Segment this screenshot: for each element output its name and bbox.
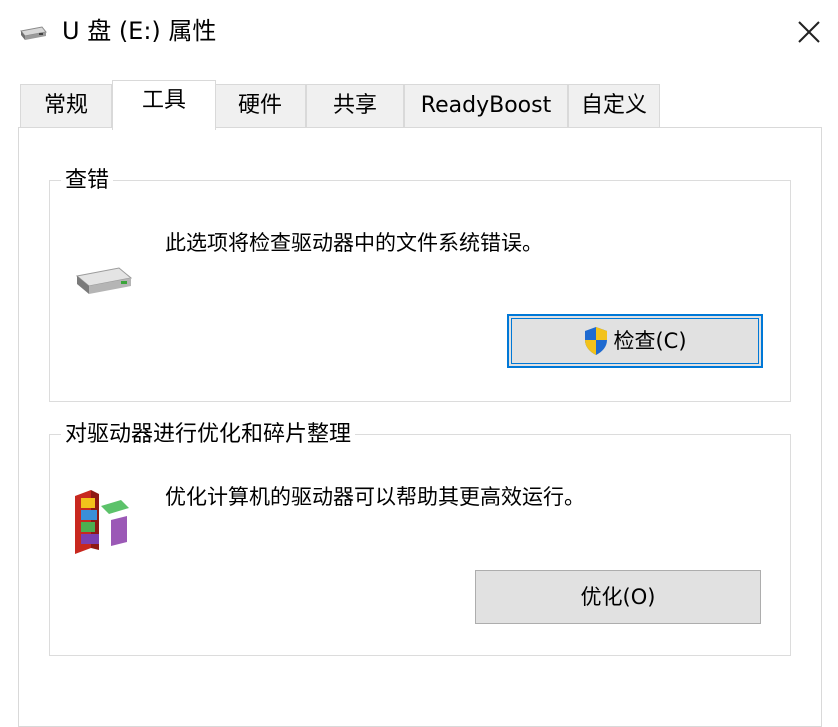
optimize-button-label: 优化(O) (580, 585, 656, 609)
check-button-label: 检查(C) (613, 329, 687, 353)
close-icon (786, 10, 832, 54)
defrag-blocks-icon (71, 486, 135, 554)
close-button[interactable] (786, 10, 832, 54)
tab-readyboost[interactable]: ReadyBoost (404, 84, 568, 128)
optimize-button[interactable]: 优化(O) (475, 570, 761, 624)
tools-tab-panel: 查错 此选项将检查驱动器中的文件系统错误。 检查(C) 对驱动器进行优化和碎片整… (18, 127, 822, 727)
window-title: U 盘 (E:) 属性 (62, 17, 217, 45)
tab-general[interactable]: 常规 (20, 84, 112, 128)
properties-dialog: U 盘 (E:) 属性 常规 工具 硬件 共享 ReadyBoost 自定义 查… (0, 0, 838, 727)
tab-tools[interactable]: 工具 (112, 80, 216, 130)
tab-strip: 常规 工具 硬件 共享 ReadyBoost 自定义 (0, 64, 838, 130)
tab-hardware[interactable]: 硬件 (214, 84, 306, 128)
title-bar[interactable]: U 盘 (E:) 属性 (0, 0, 838, 64)
uac-shield-icon (583, 326, 609, 356)
check-button[interactable]: 检查(C) (507, 314, 763, 368)
error-check-title: 查错 (61, 166, 114, 196)
optimize-description: 优化计算机的驱动器可以帮助其更高效运行。 (165, 485, 585, 509)
hard-drive-icon (71, 260, 135, 300)
error-check-description: 此选项将检查驱动器中的文件系统错误。 (165, 231, 543, 255)
error-check-group (49, 180, 791, 402)
tab-sharing[interactable]: 共享 (306, 84, 404, 128)
optimize-title: 对驱动器进行优化和碎片整理 (61, 420, 356, 450)
usb-drive-icon (18, 22, 48, 44)
tab-customize[interactable]: 自定义 (568, 84, 660, 128)
